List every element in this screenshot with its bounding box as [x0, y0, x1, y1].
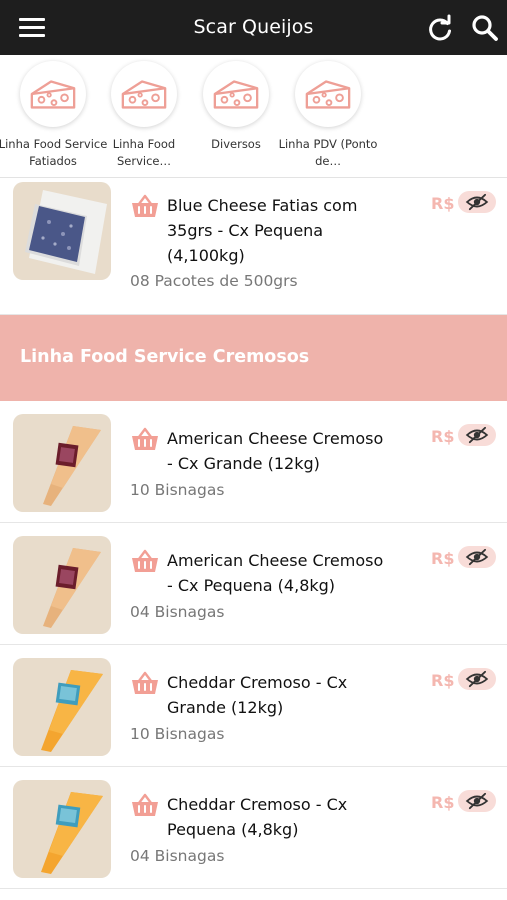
price-hidden-eye-off-icon[interactable]: [458, 424, 496, 446]
eye-off-icon: [466, 792, 488, 810]
product-name: Cheddar Cremoso - Cx Grande (12kg): [167, 673, 348, 717]
price-hidden-eye-off-icon[interactable]: [458, 546, 496, 568]
add-to-cart-basket-icon[interactable]: [131, 792, 159, 818]
cheese-icon: [121, 80, 167, 109]
add-to-cart-basket-icon[interactable]: [131, 548, 159, 574]
category-item[interactable]: Linha PDV (Ponto de…: [273, 61, 383, 170]
eye-off-icon: [466, 548, 488, 566]
price-hidden-eye-off-icon[interactable]: [458, 790, 496, 812]
category-icon-circle: [111, 61, 177, 127]
category-icon-circle: [20, 61, 86, 127]
product-pack: 04 Bisnagas: [130, 847, 225, 865]
search-icon[interactable]: [470, 13, 500, 43]
product-price: R$: [431, 793, 455, 812]
product-pack: 04 Bisnagas: [130, 603, 225, 621]
category-icon-circle: [203, 61, 269, 127]
product-price: R$: [431, 194, 455, 213]
add-to-cart-basket-icon[interactable]: [131, 670, 159, 696]
product-price: R$: [431, 549, 455, 568]
section-title: Linha Food Service Cremosos: [20, 347, 310, 367]
app-header: Scar Queijos: [0, 0, 507, 55]
cheese-icon: [305, 80, 351, 109]
section-header: Linha Food Service Cremosos: [0, 315, 507, 401]
product-image: [13, 780, 111, 878]
product-image: [13, 658, 111, 756]
product-price: R$: [431, 427, 455, 446]
product-pack: 10 Bisnagas: [130, 725, 225, 743]
eye-off-icon: [466, 670, 488, 688]
add-to-cart-basket-icon[interactable]: [131, 193, 159, 219]
eye-off-icon: [466, 426, 488, 444]
product-name: American Cheese Cremoso - Cx Grande (12k…: [167, 429, 384, 473]
product-image: [13, 182, 111, 280]
product-row[interactable]: Blue Cheese Fatias com 35grs - Cx Pequen…: [0, 178, 507, 315]
price-hidden-eye-off-icon[interactable]: [458, 191, 496, 213]
product-name: Blue Cheese Fatias com 35grs - Cx Pequen…: [167, 196, 358, 265]
category-label: Linha PDV (Ponto de…: [278, 137, 378, 168]
product-pack: 08 Pacotes de 500grs: [130, 272, 298, 290]
product-row[interactable]: American Cheese Cremoso - Cx Pequena (4,…: [0, 523, 507, 645]
cheese-icon: [213, 80, 259, 109]
product-image: [13, 414, 111, 512]
product-name: Cheddar Cremoso - Cx Pequena (4,8kg): [167, 795, 348, 839]
product-row[interactable]: American Cheese Cremoso - Cx Grande (12k…: [0, 401, 507, 523]
price-hidden-eye-off-icon[interactable]: [458, 668, 496, 690]
product-name: American Cheese Cremoso - Cx Pequena (4,…: [167, 551, 384, 595]
eye-off-icon: [466, 193, 488, 211]
add-to-cart-basket-icon[interactable]: [131, 426, 159, 452]
product-row[interactable]: Cheddar Cremoso - Cx Pequena (4,8kg) 04 …: [0, 767, 507, 889]
product-price: R$: [431, 671, 455, 690]
cheese-icon: [30, 80, 76, 109]
refresh-icon[interactable]: [425, 14, 455, 44]
product-row[interactable]: Cheddar Cremoso - Cx Grande (12kg) 10 Bi…: [0, 645, 507, 767]
product-image: [13, 536, 111, 634]
category-bar: Linha Food Service Fatiados Linha Food S…: [0, 55, 507, 178]
category-icon-circle: [295, 61, 361, 127]
product-pack: 10 Bisnagas: [130, 481, 225, 499]
